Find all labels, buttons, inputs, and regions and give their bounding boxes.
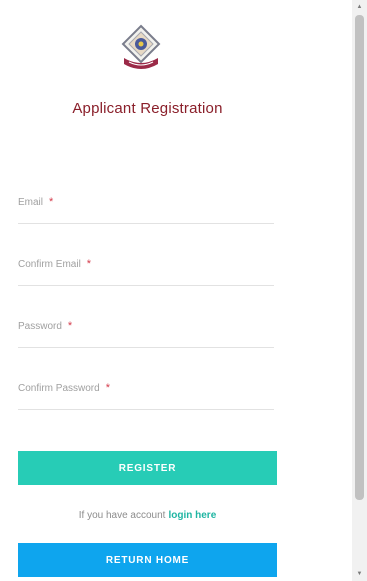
university-crest-icon — [118, 24, 164, 76]
scroll-up-arrow-icon[interactable]: ▲ — [352, 0, 367, 14]
login-link[interactable]: login here — [168, 510, 216, 521]
confirm-password-field[interactable]: Confirm Password * — [18, 374, 274, 410]
confirm-email-field-underline — [18, 285, 274, 286]
login-prompt-text: If you have account — [78, 510, 166, 521]
password-field[interactable]: Password * — [18, 312, 274, 348]
vertical-scrollbar[interactable]: ▲ ▼ — [352, 0, 367, 581]
scroll-down-arrow-icon[interactable]: ▼ — [352, 567, 367, 581]
password-input[interactable] — [18, 312, 274, 348]
login-prompt: If you have account login here — [0, 510, 295, 521]
register-button[interactable]: REGISTER — [18, 451, 277, 485]
confirm-password-input[interactable] — [18, 374, 274, 410]
email-input[interactable] — [18, 188, 274, 224]
confirm-email-input[interactable] — [18, 250, 274, 286]
page-title: Applicant Registration — [72, 100, 223, 117]
scrollbar-thumb[interactable] — [355, 15, 364, 500]
registration-page: Applicant Registration Email * Confirm Em… — [0, 0, 352, 581]
email-field-underline — [18, 223, 274, 224]
confirm-email-field[interactable]: Confirm Email * — [18, 250, 274, 286]
email-field[interactable]: Email * — [18, 188, 274, 224]
confirm-password-field-underline — [18, 409, 274, 410]
return-home-button[interactable]: RETURN HOME — [18, 543, 277, 577]
password-field-underline — [18, 347, 274, 348]
